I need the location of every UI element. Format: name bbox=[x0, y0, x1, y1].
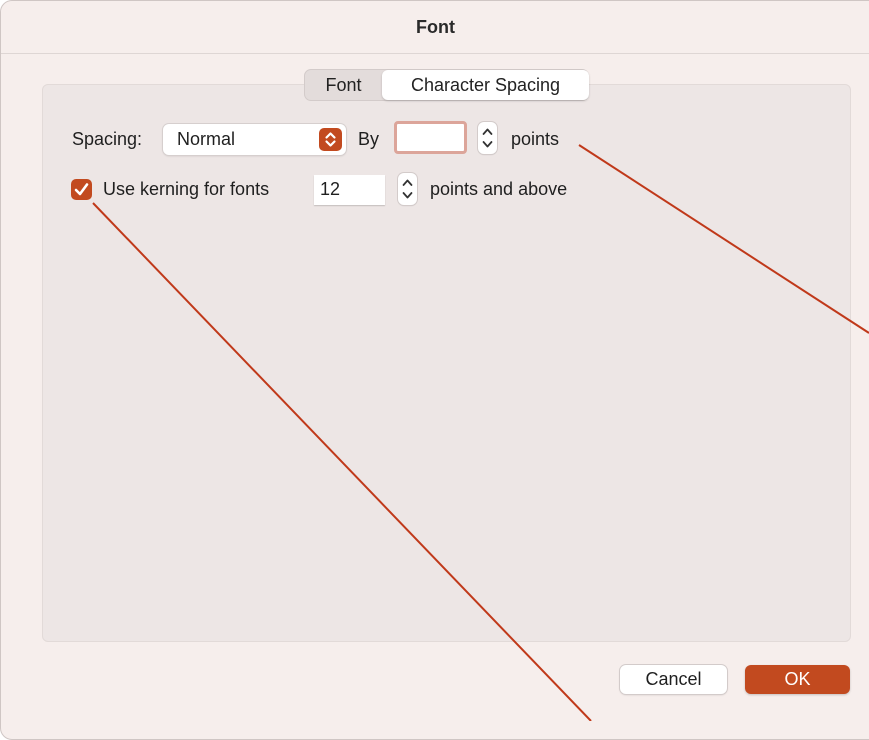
title-bar: Font bbox=[1, 1, 869, 54]
spacing-by-input[interactable] bbox=[394, 121, 467, 154]
font-dialog: Font Font Character Spacing Spacing: Nor… bbox=[0, 0, 869, 740]
cancel-button[interactable]: Cancel bbox=[620, 665, 727, 694]
spacing-label: Spacing: bbox=[72, 129, 143, 149]
character-spacing-panel bbox=[42, 84, 851, 642]
ok-button[interactable]: OK bbox=[745, 665, 850, 694]
spacing-popup[interactable]: Normal bbox=[163, 124, 346, 155]
kerning-size-input[interactable]: 12 bbox=[314, 175, 385, 205]
kerning-label: Use kerning for fonts bbox=[103, 179, 270, 199]
spacing-stepper[interactable] bbox=[478, 122, 497, 154]
kerning-stepper[interactable] bbox=[398, 173, 417, 205]
up-down-chevron-icon bbox=[319, 128, 342, 151]
points-and-above-label: points and above bbox=[430, 179, 568, 199]
points-label: points bbox=[511, 129, 560, 149]
dialog-title: Font bbox=[416, 17, 455, 37]
kerning-checkbox[interactable] bbox=[71, 179, 92, 200]
tab-font[interactable]: Font bbox=[305, 70, 382, 100]
stepper-arrows-icon bbox=[402, 179, 413, 199]
by-label: By bbox=[358, 129, 380, 149]
tab-character-spacing[interactable]: Character Spacing bbox=[382, 70, 589, 100]
checkmark-icon bbox=[74, 183, 89, 196]
tab-bar: Font Character Spacing bbox=[304, 69, 589, 101]
stepper-arrows-icon bbox=[482, 128, 493, 148]
spacing-popup-value: Normal bbox=[177, 129, 236, 149]
